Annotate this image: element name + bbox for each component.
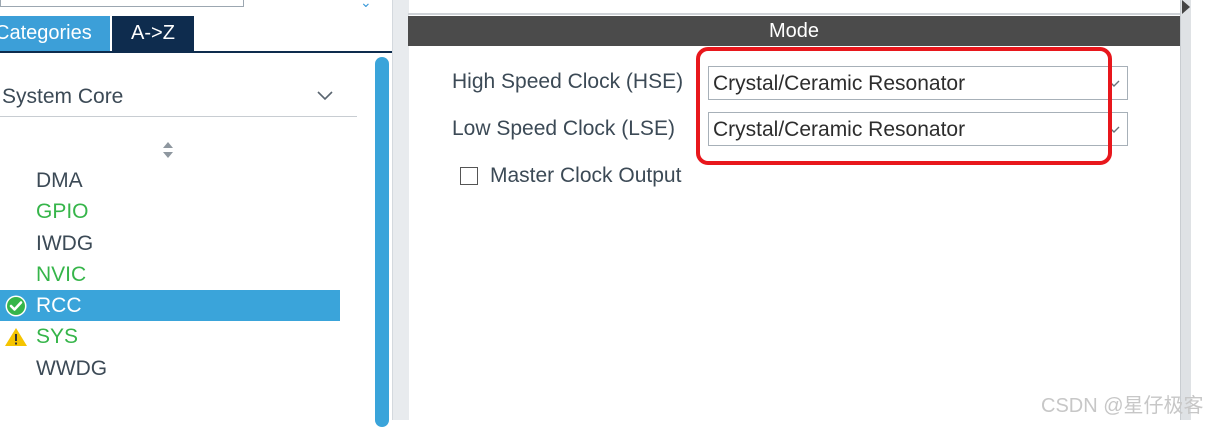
red-highlight-annotation xyxy=(696,47,1112,165)
list-item-iwdg[interactable]: IWDG xyxy=(0,228,340,259)
expand-arrow-icon[interactable]: ⌄ xyxy=(360,0,372,11)
mode-header: Mode xyxy=(408,16,1180,46)
list-item-wwdg[interactable]: WWDG xyxy=(0,353,340,384)
right-scroll-edge xyxy=(1180,0,1191,420)
master-clock-output-label: Master Clock Output xyxy=(490,164,682,187)
list-item-label: RCC xyxy=(36,294,82,318)
list-item-dma[interactable]: DMA xyxy=(0,165,340,196)
lse-label: Low Speed Clock (LSE) xyxy=(452,117,675,140)
tab-underline xyxy=(0,51,392,53)
top-divider xyxy=(408,13,1180,15)
search-input[interactable] xyxy=(0,0,244,7)
panel-splitter[interactable] xyxy=(392,0,409,420)
left-panel: ⌄ Categories A->Z System Core DMA GPIO I… xyxy=(0,0,392,427)
master-clock-output-checkbox[interactable] xyxy=(460,167,478,185)
list-item-label: DMA xyxy=(36,169,83,192)
list-item-label: NVIC xyxy=(36,262,87,286)
check-icon xyxy=(5,295,27,317)
sort-icon[interactable] xyxy=(161,140,175,160)
tab-categories[interactable]: Categories xyxy=(0,16,110,51)
category-dropdown[interactable]: System Core xyxy=(0,80,357,117)
peripheral-list: DMA GPIO IWDG NVIC RCC SYS WWDG xyxy=(0,165,340,384)
scrollbar-thumb[interactable] xyxy=(375,57,389,427)
list-item-label: SYS xyxy=(36,325,79,349)
list-item-nvic[interactable]: NVIC xyxy=(0,259,340,290)
category-dropdown-value: System Core xyxy=(2,85,124,108)
list-item-gpio[interactable]: GPIO xyxy=(0,196,340,227)
list-item-label: GPIO xyxy=(36,200,89,224)
mode-panel: Mode High Speed Clock (HSE) Crystal/Cera… xyxy=(408,0,1228,420)
list-item-label: IWDG xyxy=(36,231,94,255)
list-item-label: WWDG xyxy=(36,356,108,380)
list-item-rcc[interactable]: RCC xyxy=(0,290,340,322)
warning-icon xyxy=(5,328,27,347)
hse-label: High Speed Clock (HSE) xyxy=(452,70,684,93)
list-item-sys[interactable]: SYS xyxy=(0,321,340,352)
watermark: CSDN @星仔极客 xyxy=(1041,395,1204,417)
tab-a-to-z[interactable]: A->Z xyxy=(112,16,194,51)
chevron-down-icon xyxy=(317,91,333,101)
collapse-arrow-icon[interactable] xyxy=(1182,0,1190,14)
